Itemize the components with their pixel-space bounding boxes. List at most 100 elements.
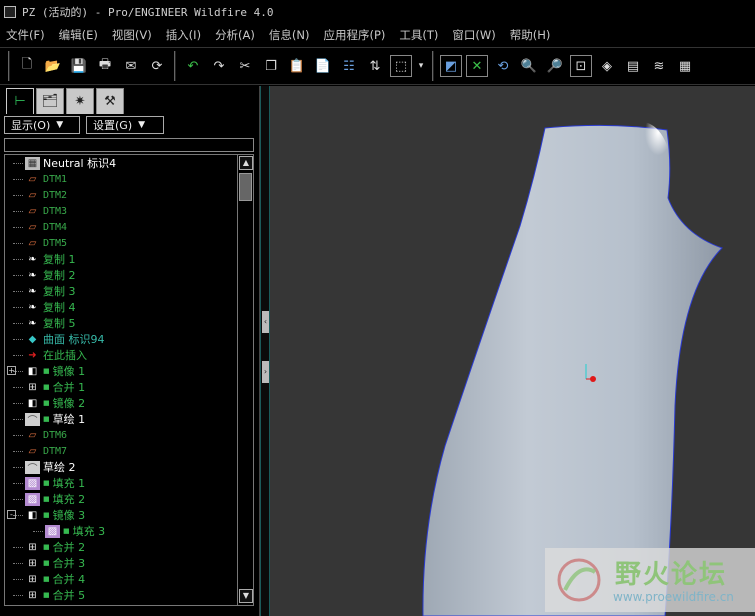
menu-help[interactable]: 帮助(H) xyxy=(510,27,551,43)
tree-item-label: 复制 4 xyxy=(43,301,76,314)
tree-item[interactable]: ▱ DTM4 xyxy=(5,219,237,235)
folder-browser-tab[interactable]: 🗂 xyxy=(36,88,64,114)
dropdown-icon[interactable]: ▾ xyxy=(416,55,426,77)
tree-scrollbar[interactable]: ▲ ▼ xyxy=(238,154,254,606)
tree-guide-line xyxy=(13,403,23,404)
orient-icon[interactable]: ⟲ xyxy=(492,55,514,77)
tree-item[interactable]: ⊞ ■ 合并 2 xyxy=(5,539,237,555)
folder-icon: 🗂 xyxy=(41,94,59,109)
expand-right-icon[interactable]: › xyxy=(262,361,269,383)
status-marker-icon: ■ xyxy=(43,511,50,519)
regenerate-icon[interactable]: ⟳ xyxy=(146,55,168,77)
tree-item[interactable]: ❧ 复制 1 xyxy=(5,251,237,267)
settings-dropdown[interactable]: 设置(G) ▼ xyxy=(86,116,164,134)
tree-item-label: DTM3 xyxy=(43,205,68,217)
tree-guide-line xyxy=(13,547,23,548)
scroll-up-icon[interactable]: ▲ xyxy=(239,156,253,170)
show-dropdown[interactable]: 显示(O) ▼ xyxy=(4,116,80,134)
tree-item[interactable]: ▨ ■ 填充 1 xyxy=(5,475,237,491)
save-icon[interactable]: 💾 xyxy=(68,55,90,77)
tree-item[interactable]: ⊞ ■ 合并 4 xyxy=(5,571,237,587)
menu-view[interactable]: 视图(V) xyxy=(112,27,152,43)
tree-item[interactable]: ⊞ ■ 合并 3 xyxy=(5,555,237,571)
tree-guide-line xyxy=(13,307,23,308)
send-icon[interactable]: ✉ xyxy=(120,55,142,77)
tree-item[interactable]: - ◧ ■ 镜像 3 xyxy=(5,507,237,523)
undo-icon[interactable]: ↶ xyxy=(182,55,204,77)
menu-analysis[interactable]: 分析(A) xyxy=(215,27,255,43)
tree-item[interactable]: ▱ DTM3 xyxy=(5,203,237,219)
redo-icon[interactable]: ↷ xyxy=(208,55,230,77)
tree-item[interactable]: ❧ 复制 4 xyxy=(5,299,237,315)
favorites-tab[interactable]: ✷ xyxy=(66,88,94,114)
menu-insert[interactable]: 插入(I) xyxy=(166,27,201,43)
plane-feature-icon: ▱ xyxy=(28,445,37,457)
scroll-thumb[interactable] xyxy=(239,173,252,201)
tree-item-label: DTM4 xyxy=(43,221,68,233)
surface-body xyxy=(422,124,723,616)
repaint-icon[interactable]: ◩ xyxy=(440,55,462,77)
tree-item[interactable]: ▨ ■ 填充 3 xyxy=(5,523,237,539)
saved-views-icon[interactable]: ▤ xyxy=(622,55,644,77)
tree-item[interactable]: ❧ 复制 2 xyxy=(5,267,237,283)
tree-guide-line xyxy=(13,419,23,420)
paste-icon[interactable]: 📋 xyxy=(286,55,308,77)
menu-info[interactable]: 信息(N) xyxy=(269,27,310,43)
tree-item[interactable]: ⊞ ■ 合并 5 xyxy=(5,587,237,603)
menu-applications[interactable]: 应用程序(P) xyxy=(323,27,385,43)
tree-item[interactable]: + ◧ ■ 镜像 1 xyxy=(5,363,237,379)
navigator-panel: ⊢ 🗂 ✷ ⚒ 显示(O) ▼ 设置(G) ▼ ▦ Neutral 标识4 ▱ DTM1 ▱… xyxy=(0,86,260,616)
model-tree-settings-icon[interactable]: ☷ xyxy=(338,55,360,77)
print-icon[interactable]: 🖶 xyxy=(94,55,116,77)
zoom-out-icon[interactable]: 🔎 xyxy=(544,55,566,77)
new-icon[interactable]: 🗋 xyxy=(16,55,38,77)
tree-item[interactable]: ▱ DTM6 xyxy=(5,427,237,443)
menu-file[interactable]: 文件(F) xyxy=(6,27,45,43)
spin-center-icon[interactable]: ✕ xyxy=(466,55,488,77)
tree-filter-input[interactable] xyxy=(4,138,254,152)
graphics-viewport[interactable] xyxy=(270,86,755,616)
layers-icon[interactable]: ≋ xyxy=(648,55,670,77)
view-manager-icon[interactable]: ▦ xyxy=(674,55,696,77)
menu-window[interactable]: 窗口(W) xyxy=(452,27,495,43)
tree-item[interactable]: ▱ DTM7 xyxy=(5,443,237,459)
expand-icon[interactable]: + xyxy=(7,366,16,375)
model-tree-tab[interactable]: ⊢ xyxy=(6,88,34,114)
collapse-left-icon[interactable]: ‹ xyxy=(262,311,269,333)
status-marker-icon: ■ xyxy=(43,383,50,391)
tree-item[interactable]: ❧ 复制 3 xyxy=(5,283,237,299)
tree-item[interactable]: ◆ 曲面 标识94 xyxy=(5,331,237,347)
tree-item[interactable]: ⊞ ■ 合并 1 xyxy=(5,379,237,395)
tree-item[interactable]: ▱ DTM2 xyxy=(5,187,237,203)
paste-special-icon[interactable]: 📄 xyxy=(312,55,334,77)
status-marker-icon: ■ xyxy=(43,399,50,407)
status-marker-icon: ■ xyxy=(43,495,50,503)
tree-item[interactable]: ◧ ■ 镜像 2 xyxy=(5,395,237,411)
bom-icon[interactable]: ⇅ xyxy=(364,55,386,77)
tree-item[interactable]: ▦ Neutral 标识4 xyxy=(5,155,237,171)
tree-item[interactable]: ➜ 在此插入 xyxy=(5,347,237,363)
refit-icon[interactable]: ⊡ xyxy=(570,55,592,77)
tree-item[interactable]: ❧ 复制 5 xyxy=(5,315,237,331)
connections-tab[interactable]: ⚒ xyxy=(96,88,124,114)
collapse-icon[interactable]: - xyxy=(7,510,16,519)
menu-tools[interactable]: 工具(T) xyxy=(399,27,438,43)
tree-item-label: 在此插入 xyxy=(43,349,87,362)
reorient-icon[interactable]: ◈ xyxy=(596,55,618,77)
status-marker-icon: ■ xyxy=(43,591,50,599)
cut-icon[interactable]: ✂ xyxy=(234,55,256,77)
open-icon[interactable]: 📂 xyxy=(42,55,64,77)
fill-feature-icon: ▨ xyxy=(25,492,40,506)
tree-item[interactable]: ⌒ ■ 草绘 1 xyxy=(5,411,237,427)
tree-item[interactable]: ▨ ■ 填充 2 xyxy=(5,491,237,507)
tree-item[interactable]: ⌒ 草绘 2 xyxy=(5,459,237,475)
zoom-in-icon[interactable]: 🔍 xyxy=(518,55,540,77)
select-box-icon[interactable]: ⬚ xyxy=(390,55,412,77)
copy-icon[interactable]: ❐ xyxy=(260,55,282,77)
tree-item[interactable]: ▱ DTM1 xyxy=(5,171,237,187)
panel-splitter[interactable]: ‹ › xyxy=(260,86,270,616)
scroll-down-icon[interactable]: ▼ xyxy=(239,589,253,603)
copy-feature-icon: ❧ xyxy=(28,301,37,313)
menu-edit[interactable]: 编辑(E) xyxy=(59,27,98,43)
tree-item[interactable]: ▱ DTM5 xyxy=(5,235,237,251)
